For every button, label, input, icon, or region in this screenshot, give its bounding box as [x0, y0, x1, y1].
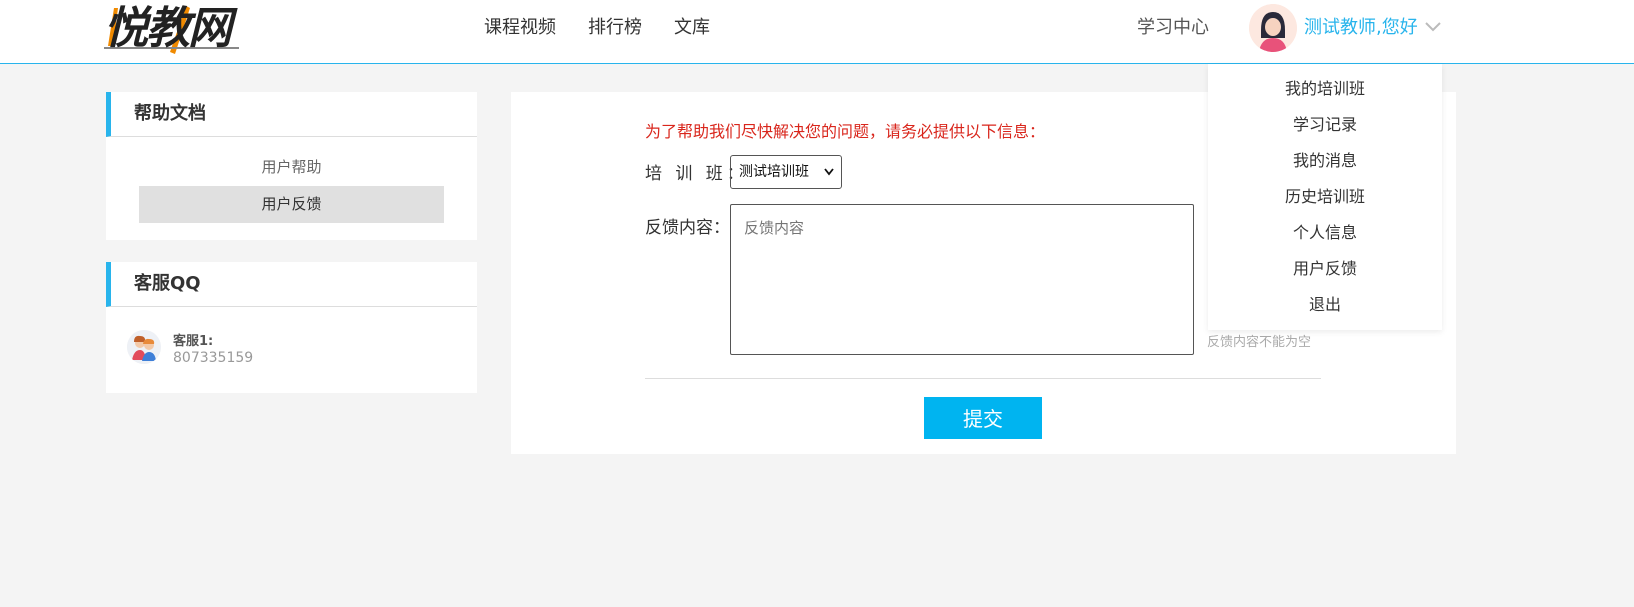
sidebar-item-user-feedback[interactable]: 用户反馈	[139, 186, 444, 223]
teacher-avatar-icon	[1249, 4, 1297, 52]
menu-my-messages[interactable]: 我的消息	[1208, 143, 1442, 179]
menu-user-feedback[interactable]: 用户反馈	[1208, 251, 1442, 287]
class-select[interactable]: 测试培训班	[730, 155, 842, 189]
learning-center-link[interactable]: 学习中心	[1137, 17, 1209, 39]
site-logo[interactable]: 悦教网	[104, 2, 244, 56]
customer-service-card: 客服QQ 客服1: 807335159	[106, 262, 477, 393]
menu-my-classes[interactable]: 我的培训班	[1208, 71, 1442, 107]
content-label: 反馈内容：	[645, 218, 730, 238]
help-docs-card: 帮助文档 用户帮助 用户反馈	[106, 92, 477, 240]
top-header: 悦教网 课程视频 排行榜 文库 学习中心 测试教师,您好	[0, 0, 1634, 64]
help-docs-title: 帮助文档	[106, 92, 477, 137]
feedback-content-textarea[interactable]	[730, 204, 1194, 355]
menu-learning-records[interactable]: 学习记录	[1208, 107, 1442, 143]
user-dropdown-menu: 我的培训班 学习记录 我的消息 历史培训班 个人信息 用户反馈 退出	[1208, 64, 1442, 330]
qq-number[interactable]: 807335159	[173, 350, 253, 366]
nav-ranking[interactable]: 排行榜	[588, 17, 642, 39]
user-avatar[interactable]	[1249, 4, 1297, 52]
chevron-down-icon[interactable]	[1425, 22, 1441, 32]
qq-contact: 客服1: 807335159	[106, 307, 477, 393]
logo-text: 悦教网	[104, 3, 232, 54]
support-agents-icon	[127, 330, 161, 364]
customer-service-title: 客服QQ	[106, 262, 477, 307]
content-error-message: 反馈内容不能为空	[1207, 335, 1312, 350]
menu-history-classes[interactable]: 历史培训班	[1208, 179, 1442, 215]
form-notice: 为了帮助我们尽快解决您的问题，请务必提供以下信息：	[645, 122, 1046, 141]
main-nav: 课程视频 排行榜 文库	[484, 17, 742, 39]
menu-personal-info[interactable]: 个人信息	[1208, 215, 1442, 251]
sidebar-item-user-help[interactable]: 用户帮助	[139, 149, 444, 186]
chevron-down-icon	[824, 168, 834, 176]
qq-agent-label: 客服1:	[173, 334, 214, 349]
form-divider	[645, 378, 1321, 379]
class-select-value: 测试培训班	[739, 164, 809, 180]
submit-button[interactable]: 提交	[924, 397, 1042, 439]
user-greeting[interactable]: 测试教师,您好	[1304, 17, 1418, 39]
nav-course-videos[interactable]: 课程视频	[484, 17, 556, 39]
menu-logout[interactable]: 退出	[1208, 287, 1442, 323]
nav-library[interactable]: 文库	[674, 17, 710, 39]
